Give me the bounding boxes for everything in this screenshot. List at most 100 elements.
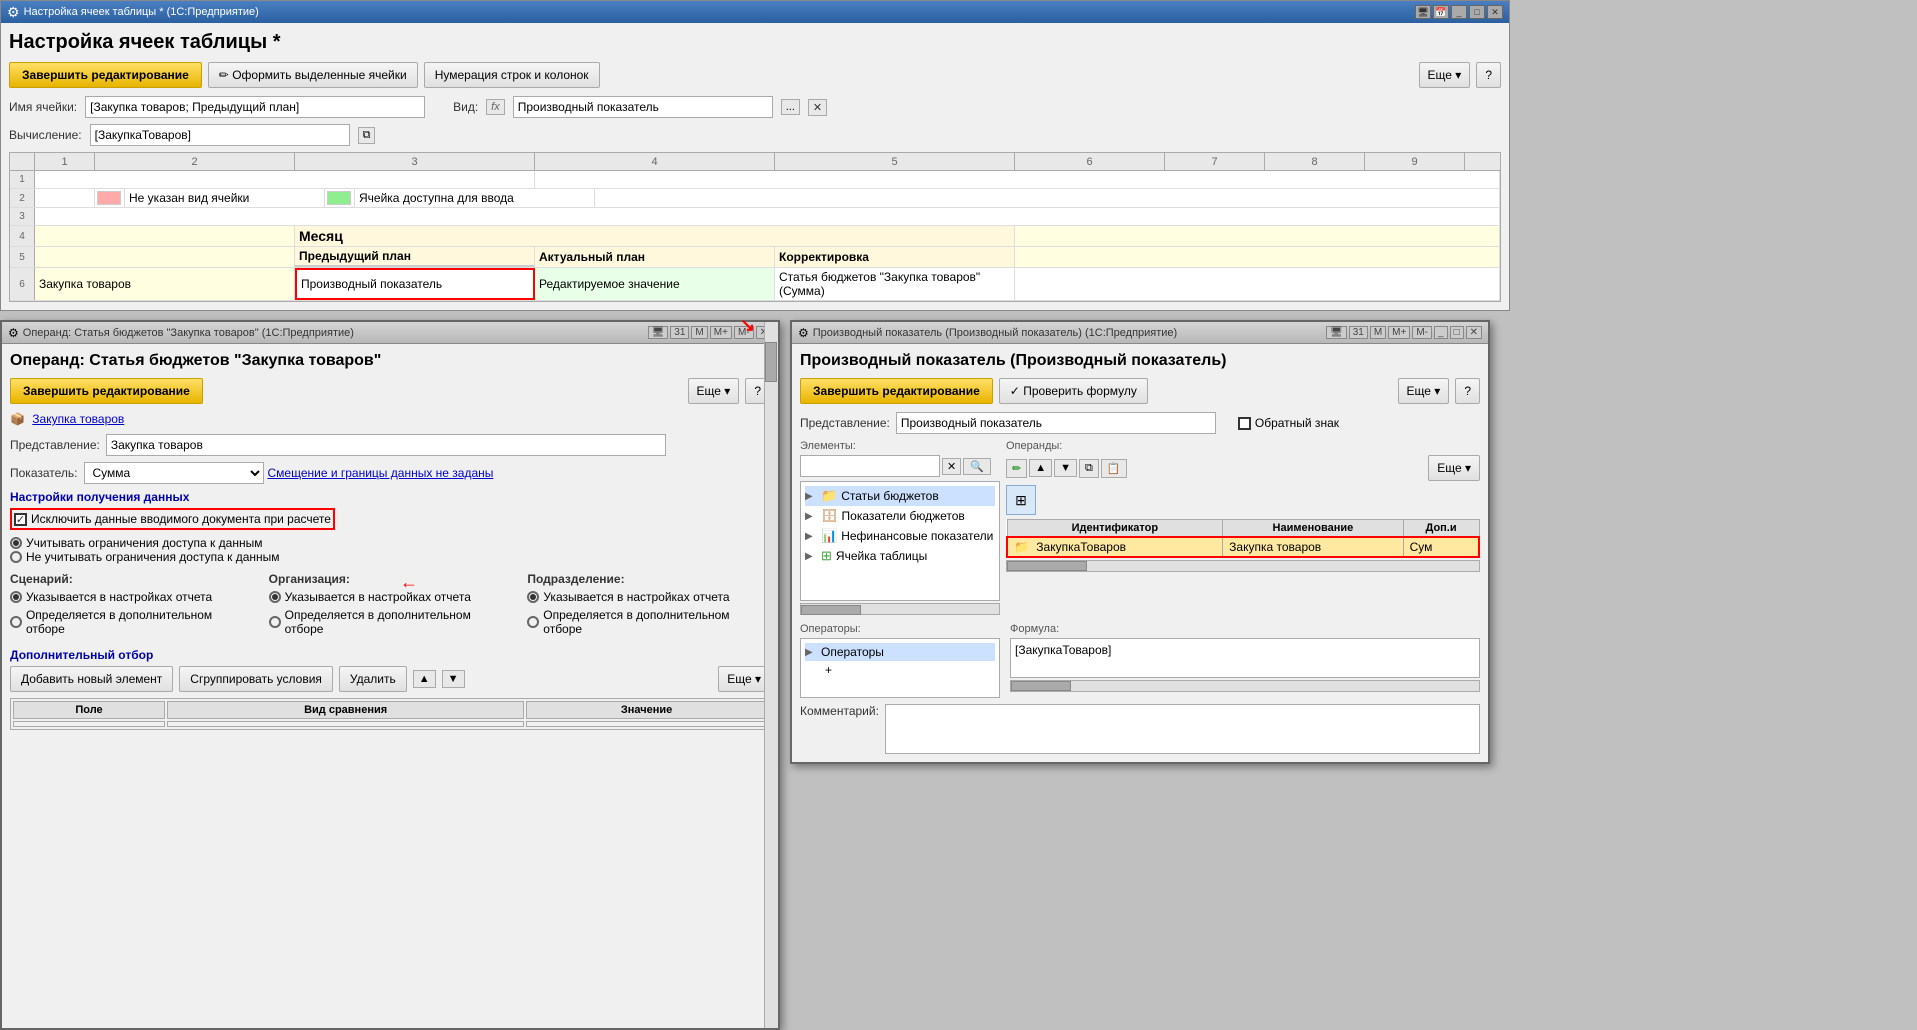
right-finish-btn[interactable]: Завершить редактирование [800,378,993,404]
access-radio-2[interactable]: Не учитывать ограничения доступа к данны… [10,550,770,564]
right-rep-input[interactable] [896,412,1216,434]
add-element-btn[interactable]: Добавить новый элемент [10,666,173,692]
left-sub-scrollbar-thumb[interactable] [765,342,777,382]
comment-textarea[interactable] [885,704,1480,754]
filter-more-btn[interactable]: Еще ▾ [718,666,770,692]
radio-dot-1 [10,537,22,549]
help-button[interactable]: ? [1476,62,1501,88]
right-sub-max[interactable]: □ [1450,326,1464,339]
row-num-5: 5 [10,247,35,267]
elements-search-btn[interactable]: 🔍 [963,458,991,475]
operators-item-plus[interactable]: + [805,661,995,679]
left-sub-title: Операнд: Статья бюджетов "Закупка товаро… [23,327,648,339]
tree-hscroll-thumb[interactable] [801,605,861,615]
right-sub-monitor[interactable]: 🖥 [1326,326,1347,339]
cell-name-input[interactable] [85,96,425,118]
format-cells-button[interactable]: ✏ Оформить выделенные ячейки [208,62,418,88]
operands-hscroll[interactable] [1006,560,1480,572]
left-finish-btn[interactable]: Завершить редактирование [10,378,203,404]
scenario-radio-1[interactable]: Указывается в настройках отчета [10,590,253,604]
filter-col-value: Значение [526,701,767,719]
finish-edit-button[interactable]: Завершить редактирование [9,62,202,88]
right-more-btn[interactable]: Еще ▾ [1398,378,1450,404]
indicator-select-row: Сумма Смещение и границы данных не задан… [84,462,494,484]
tree-item-budget-indicators[interactable]: ▶ 🗄 Показатели бюджетов [805,506,995,526]
delete-btn[interactable]: Удалить [339,666,407,692]
tree-item-budget-articles[interactable]: ▶ 📁 Статьи бюджетов [805,486,995,506]
calc-copy-button[interactable]: ⧉ [358,127,376,144]
elements-search-input[interactable] [800,455,940,477]
sub-left-cal[interactable]: 31 [670,326,689,339]
invert-sign-checkbox[interactable] [1238,417,1251,430]
arrow-up-btn[interactable]: ▲ [413,670,436,688]
right-sub-cal[interactable]: 31 [1349,326,1368,339]
invert-sign-item[interactable]: Обратный знак [1238,416,1339,430]
calendar-btn[interactable]: 📅 [1433,5,1449,19]
right-sub-mplus[interactable]: M+ [1388,326,1410,339]
subdiv-radio-1[interactable]: Указывается в настройках отчета [527,590,770,604]
view-clear-button[interactable]: ✕ [808,99,827,116]
left-more-btn[interactable]: Еще ▾ [688,378,740,404]
operands-paste-btn[interactable]: 📋 [1101,459,1127,478]
elements-tree: ▶ 📁 Статьи бюджетов ▶ 🗄 Показатели бюдже… [800,481,1000,601]
elements-clear-btn[interactable]: ✕ [942,458,961,475]
operands-up-btn[interactable]: ▲ [1029,459,1052,477]
filter-cell-empty1 [13,721,165,727]
ruler-corner [10,153,35,170]
grid-row-2: 2 Не указан вид ячейки Ячейка доступна д… [10,189,1500,208]
calc-input[interactable] [90,124,350,146]
operands-edit-btn[interactable]: ✏ [1006,459,1027,478]
right-sub-mminus[interactable]: M- [1412,326,1432,339]
view-input[interactable] [513,96,773,118]
indicator-select[interactable]: Сумма [84,462,264,484]
view-dots-button[interactable]: ... [781,99,800,115]
arrow-down-btn[interactable]: ▼ [442,670,465,688]
tree-label-3: Нефинансовые показатели [841,529,993,543]
sub-left-monitor[interactable]: 🖥 [648,326,669,339]
formula-hscroll-thumb[interactable] [1011,681,1071,691]
tree-item-table-cell[interactable]: ▶ ⊞ Ячейка таблицы [805,546,995,566]
left-sub-title-bar: ⚙ Операнд: Статья бюджетов "Закупка това… [2,322,778,344]
representation-input[interactable] [106,434,666,456]
add-operand-btn[interactable]: ⊞ [1006,485,1036,515]
actual-plan-value: Редактируемое значение [535,268,775,300]
subdiv-radio-2[interactable]: Определяется в дополнительном отборе [527,608,770,636]
spreadsheet-grid: 1 2 3 4 5 6 7 8 9 1 2 [9,152,1501,302]
maximize-btn[interactable]: □ [1469,5,1485,19]
operands-more-btn[interactable]: Еще ▾ [1428,455,1480,481]
org-label: Организация: [269,572,512,586]
purchase-link[interactable]: Закупка товаров [32,412,124,426]
operands-col-extra: Доп.и [1403,520,1479,538]
right-help-btn[interactable]: ? [1455,378,1480,404]
group-btn[interactable]: Сгруппировать условия [179,666,333,692]
sub-left-m[interactable]: M [691,326,707,339]
access-radio-1[interactable]: Учитывать ограничения доступа к данным [10,536,770,550]
left-sub-scrollbar[interactable] [764,322,778,1028]
operands-down-btn[interactable]: ▼ [1054,459,1077,477]
right-sub-m[interactable]: M [1370,326,1386,339]
tree-item-nonfinancial[interactable]: ▶ 📊 Нефинансовые показатели [805,526,995,546]
right-sub-close[interactable]: ✕ [1466,326,1482,339]
formula-hscroll[interactable] [1010,680,1480,692]
comment-label: Комментарий: [800,704,879,718]
right-sub-min[interactable]: _ [1434,326,1448,339]
operands-row-1[interactable]: 📁 ЗакупкаТоваров Закупка товаров Сум [1007,537,1479,557]
org-radio-2[interactable]: Определяется в дополнительном отборе [269,608,512,636]
org-radio-1[interactable]: Указывается в настройках отчета [269,590,512,604]
check-formula-btn[interactable]: ✓ Проверить формулу [999,378,1148,404]
close-btn[interactable]: ✕ [1487,5,1503,19]
minimize-btn[interactable]: _ [1451,5,1467,19]
tree-hscroll[interactable] [800,603,1000,615]
cell-name-label: Имя ячейки: [9,100,77,114]
operands-copy-btn[interactable]: ⧉ [1079,459,1099,478]
operators-item-1[interactable]: ▶ Операторы [805,643,995,661]
scenario-radio-2[interactable]: Определяется в дополнительном отборе [10,608,253,636]
monitor-btn[interactable]: 🖥 [1415,5,1431,19]
offset-link[interactable]: Смещение и границы данных не заданы [268,466,494,480]
exclude-data-checkbox-item[interactable]: ✓ Исключить данные вводимого документа п… [14,512,331,526]
sub-left-mplus[interactable]: M+ [710,326,732,339]
more-button[interactable]: Еще ▾ [1419,62,1471,88]
operands-hscroll-thumb[interactable] [1007,561,1087,571]
numbering-button[interactable]: Нумерация строк и колонок [424,62,600,88]
exclude-data-checkbox[interactable]: ✓ [14,513,27,526]
